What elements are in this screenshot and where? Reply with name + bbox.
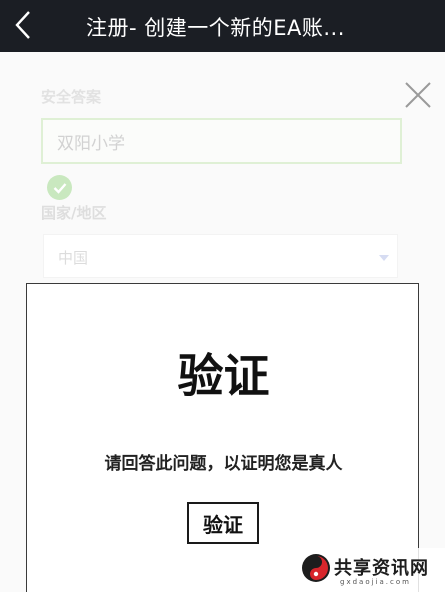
close-icon xyxy=(405,82,431,108)
close-button[interactable] xyxy=(403,80,433,110)
dialog-title: 验证 xyxy=(177,349,270,403)
back-button[interactable] xyxy=(8,8,38,42)
watermark-url: gxdaojia.com xyxy=(340,578,411,586)
app-header: 注册- 创建一个新的EA账... xyxy=(0,0,445,52)
country-select[interactable]: 中国 xyxy=(43,234,398,278)
verify-button[interactable]: 验证 xyxy=(187,502,259,544)
verification-dialog: 验证 请回答此问题，以证明您是真人 验证 xyxy=(26,283,419,592)
security-answer-label: 安全答案 xyxy=(41,88,102,106)
dialog-message: 请回答此问题，以证明您是真人 xyxy=(104,454,343,474)
security-answer-input[interactable] xyxy=(41,118,402,164)
country-label: 国家/地区 xyxy=(41,204,107,222)
chevron-left-icon xyxy=(15,11,30,39)
watermark-name: 共享资讯网 xyxy=(334,558,429,579)
site-watermark: 共享资讯网 gxdaojia.com xyxy=(296,548,445,592)
valid-check-icon xyxy=(47,175,72,200)
page-title: 注册- 创建一个新的EA账... xyxy=(86,16,345,40)
watermark-logo-icon xyxy=(302,554,330,582)
dropdown-arrow-icon xyxy=(379,255,389,261)
country-select-value: 中国 xyxy=(58,249,89,267)
